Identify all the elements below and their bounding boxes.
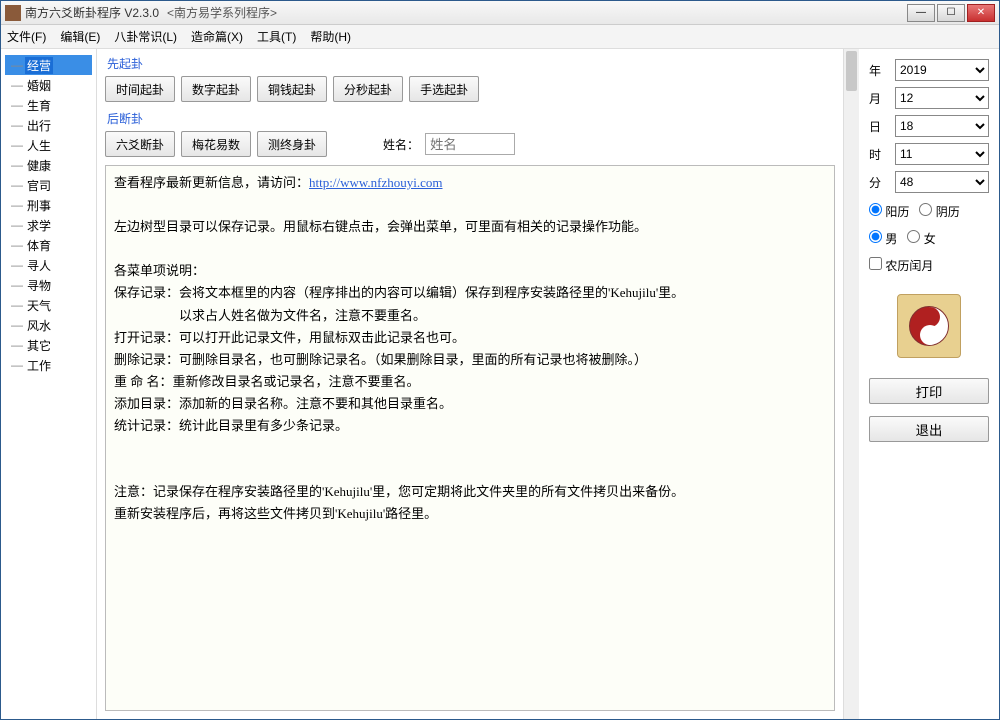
- day-select[interactable]: 18: [895, 115, 989, 137]
- tree-node-11[interactable]: —寻物: [5, 275, 92, 295]
- month-select[interactable]: 12: [895, 87, 989, 109]
- year-select[interactable]: 2019: [895, 59, 989, 81]
- month-label: 月: [869, 90, 889, 107]
- post-button-2[interactable]: 测终身卦: [257, 131, 327, 157]
- minimize-button[interactable]: —: [907, 4, 935, 22]
- minute-select[interactable]: 48: [895, 171, 989, 193]
- lunar-radio[interactable]: 阴历: [919, 203, 959, 220]
- vertical-scrollbar[interactable]: [843, 49, 859, 719]
- pre-button-4[interactable]: 手选起卦: [409, 76, 479, 102]
- tree-node-10[interactable]: —寻人: [5, 255, 92, 275]
- close-button[interactable]: ✕: [967, 4, 995, 22]
- app-window: 南方六爻断卦程序 V2.3.0 <南方易学系列程序> — ☐ ✕ 文件(F) 编…: [0, 0, 1000, 720]
- hour-label: 时: [869, 146, 889, 163]
- tree-node-4[interactable]: —人生: [5, 135, 92, 155]
- leap-checkbox[interactable]: 农历闰月: [869, 257, 933, 274]
- scrollbar-thumb[interactable]: [846, 51, 857, 91]
- tree-node-8[interactable]: —求学: [5, 215, 92, 235]
- window-title: 南方六爻断卦程序 V2.3.0: [25, 4, 159, 21]
- menu-file[interactable]: 文件(F): [7, 28, 46, 45]
- menu-help[interactable]: 帮助(H): [310, 28, 351, 45]
- day-label: 日: [869, 118, 889, 135]
- hour-select[interactable]: 11: [895, 143, 989, 165]
- pre-button-3[interactable]: 分秒起卦: [333, 76, 403, 102]
- titlebar: 南方六爻断卦程序 V2.3.0 <南方易学系列程序> — ☐ ✕: [1, 1, 999, 25]
- tree-node-0[interactable]: —经营: [5, 55, 92, 75]
- post-section-label: 后断卦: [107, 110, 835, 127]
- pre-button-row: 时间起卦数字起卦铜钱起卦分秒起卦手选起卦: [105, 76, 835, 102]
- tree-node-3[interactable]: —出行: [5, 115, 92, 135]
- body: —经营—婚姻—生育—出行—人生—健康—官司—刑事—求学—体育—寻人—寻物—天气—…: [1, 49, 999, 719]
- year-label: 年: [869, 62, 889, 79]
- post-button-row: 六爻断卦梅花易数测终身卦 姓名：: [105, 131, 835, 157]
- pre-button-2[interactable]: 铜钱起卦: [257, 76, 327, 102]
- content-body: 左边树型目录可以保存记录。用鼠标右键点击，会弹出菜单，可里面有相关的记录操作功能…: [114, 219, 684, 521]
- pre-button-0[interactable]: 时间起卦: [105, 76, 175, 102]
- app-icon: [5, 5, 21, 21]
- tree-node-2[interactable]: —生育: [5, 95, 92, 115]
- tree-node-6[interactable]: —官司: [5, 175, 92, 195]
- main-panel: 先起卦 时间起卦数字起卦铜钱起卦分秒起卦手选起卦 后断卦 六爻断卦梅花易数测终身…: [97, 49, 843, 719]
- content-intro: 查看程序最新更新信息，请访问：: [114, 175, 309, 190]
- post-button-0[interactable]: 六爻断卦: [105, 131, 175, 157]
- tree-node-7[interactable]: —刑事: [5, 195, 92, 215]
- tree-node-9[interactable]: —体育: [5, 235, 92, 255]
- sidebar-tree: —经营—婚姻—生育—出行—人生—健康—官司—刑事—求学—体育—寻人—寻物—天气—…: [1, 49, 97, 719]
- right-panel: 年2019 月12 日18 时11 分48 阳历 阴历 男 女 农历闰月 打印 …: [859, 49, 999, 719]
- pre-section-label: 先起卦: [107, 55, 835, 72]
- male-radio[interactable]: 男: [869, 230, 897, 247]
- exit-button[interactable]: 退出: [869, 416, 989, 442]
- name-input[interactable]: [425, 133, 515, 155]
- menu-zaoming[interactable]: 造命篇(X): [191, 28, 243, 45]
- tree-node-13[interactable]: —风水: [5, 315, 92, 335]
- update-link[interactable]: http://www.nfzhouyi.com: [309, 175, 442, 190]
- post-button-1[interactable]: 梅花易数: [181, 131, 251, 157]
- tree-node-1[interactable]: —婚姻: [5, 75, 92, 95]
- print-button[interactable]: 打印: [869, 378, 989, 404]
- window-subtitle: <南方易学系列程序>: [167, 4, 277, 21]
- menu-edit[interactable]: 编辑(E): [60, 28, 100, 45]
- pre-button-1[interactable]: 数字起卦: [181, 76, 251, 102]
- tree-node-14[interactable]: —其它: [5, 335, 92, 355]
- tree-node-5[interactable]: —健康: [5, 155, 92, 175]
- name-label: 姓名：: [383, 136, 419, 153]
- menu-tools[interactable]: 工具(T): [257, 28, 296, 45]
- solar-radio[interactable]: 阳历: [869, 203, 909, 220]
- menu-bagua[interactable]: 八卦常识(L): [114, 28, 177, 45]
- female-radio[interactable]: 女: [907, 230, 935, 247]
- minute-label: 分: [869, 174, 889, 191]
- tree-node-12[interactable]: —天气: [5, 295, 92, 315]
- tree-node-15[interactable]: —工作: [5, 355, 92, 375]
- maximize-button[interactable]: ☐: [937, 4, 965, 22]
- menubar: 文件(F) 编辑(E) 八卦常识(L) 造命篇(X) 工具(T) 帮助(H): [1, 25, 999, 49]
- taiji-icon: [897, 294, 961, 358]
- content-textarea[interactable]: 查看程序最新更新信息，请访问：http://www.nfzhouyi.com 左…: [105, 165, 835, 711]
